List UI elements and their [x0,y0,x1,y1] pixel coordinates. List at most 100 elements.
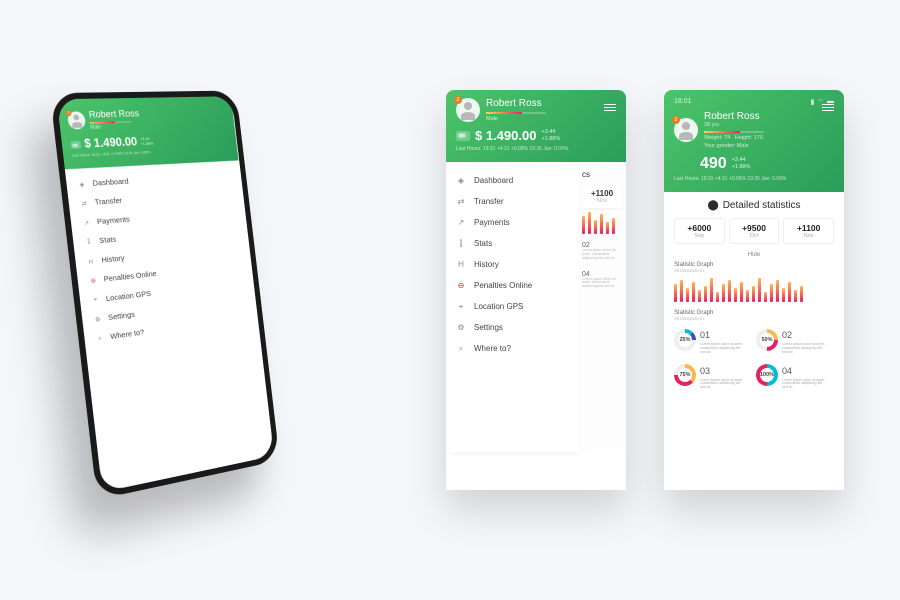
bar [704,286,707,302]
nav-item-payments[interactable]: ↗Payments [446,212,578,233]
clock: 18:01 [674,98,692,107]
user-metrics: Weight: 74 Height: 170 [704,135,764,141]
bar [794,290,797,302]
nav-item-settings[interactable]: ⚙Settings [446,317,578,338]
drawer-header: 2 Robert Ross Male $ 1.490.00 +3.44+1.88… [446,90,626,162]
hamburger-icon[interactable] [604,104,616,113]
user-gender: Your gender: Male [704,143,764,149]
chip-value: +6000 [677,223,722,233]
stats-icon: ⫿ [456,239,466,249]
bar [594,220,597,234]
nav-item-transfer[interactable]: ⇄Transfer [446,191,578,212]
bar [612,218,615,234]
nav-item-label: Payments [97,215,131,226]
nav-item-label: Location GPS [105,289,151,303]
user-name: Robert Ross [486,98,546,109]
chip-value: +1100 [786,223,831,233]
donut-desc: Lorem ipsum dolor sit amet, consectetur … [700,343,746,355]
avatar[interactable]: 2 [67,111,86,129]
nav-menu: ◈Dashboard⇄Transfer↗Payments⫿StatsHHisto… [65,160,259,356]
nav-item-penalties-online[interactable]: ⊖Penalties Online [446,275,578,296]
nav-item-dashboard[interactable]: ◈ Dashboard [446,170,578,191]
bar [692,282,695,302]
phone-mockup: 2 Robert Ross Male $ 1.490.00 +3.44+1.88… [50,91,280,500]
nav-item-label: Settings [108,310,135,322]
balance-footnote: Last Hours: 19:31 +4:31 +0.06% 19:35 Jan… [456,146,616,152]
month-chip[interactable]: +9500Oct [729,218,780,244]
nav-item-location-gps[interactable]: ⌖Location GPS [446,296,578,317]
bar [734,288,737,302]
donut-chart [756,364,778,386]
nav-item-label: History [474,260,499,269]
nav-item-label: Dashboard [474,176,513,185]
card-icon [70,141,81,149]
balance-delta: +3.44+1.88% [140,137,154,147]
bar [716,292,719,302]
donut-chart [674,364,696,386]
user-age: 28 yrs [704,122,764,128]
nav-item-label: Transfer [94,196,122,207]
score-delta: +3.44+1.88% [732,157,751,170]
bar [600,214,603,234]
bar [746,290,749,302]
graph2-sub: All transactions [674,316,834,321]
nav-item-history[interactable]: H History [446,254,578,275]
progress-bar [704,131,764,133]
donut-item: 04Lorem ipsum dolor sit amet, consectetu… [756,361,834,391]
hamburger-icon[interactable] [822,104,834,113]
nav-item-where-to-[interactable]: ⌕Where to? [446,338,578,359]
transfer-icon: ⇄ [456,197,466,207]
progress-bar [486,112,546,114]
donut-index: 04 [782,366,792,376]
bar [686,288,689,302]
bar-chart [674,276,834,302]
nav-item-label: Where to? [110,328,145,341]
history-icon: H [456,260,466,270]
bar [698,290,701,302]
dashboard-icon: ◈ [456,176,466,186]
graph1-sub: All transactions [674,268,834,273]
penalties-online-icon: ⊖ [456,281,466,291]
card-icon [456,131,470,141]
bar [606,222,609,234]
bar [800,286,803,302]
donut-item: 02Lorem ipsum dolor sit amet, consectetu… [756,325,834,355]
month-chip[interactable]: +1100Nov [783,218,834,244]
balance-delta: +3.44+1.88% [541,129,560,142]
donut-chart [674,329,696,351]
donut-chart [756,329,778,351]
screen-stats: 18:01 ▮⌔▬ 2 Robert Ross 28 yrs Weight: 7… [664,90,844,490]
user-gender: Male [486,116,546,122]
bar [674,284,677,302]
month-chip[interactable]: +6000Sep [674,218,725,244]
person-icon: ⬤ [707,200,718,211]
transfer-icon: ⇄ [80,199,88,207]
nav-item-label: Location GPS [474,302,523,311]
nav-item-label: Stats [474,239,492,248]
balance-amount: $ 1.490.00 [475,128,536,143]
notification-badge: 2 [672,116,680,124]
chip-month: Oct [732,233,777,239]
notification-badge: 2 [65,110,71,116]
notification-badge: 2 [454,96,462,104]
history-icon: H [87,257,95,265]
hide-toggle[interactable]: Hide [674,252,834,258]
nav-item-label: Settings [474,323,503,332]
avatar[interactable]: 2 [456,98,480,122]
background-content: cs +1100Nov 02 Lorem ipsum dolor sit ame… [578,162,626,452]
bar [770,284,773,302]
bar [758,278,761,302]
bar [788,282,791,302]
donut-item: 03Lorem ipsum dolor sit amet, consectetu… [674,361,752,391]
payments-icon: ↗ [456,218,466,228]
avatar[interactable]: 2 [674,118,698,142]
stats-title: ⬤Detailed statistics [674,200,834,211]
chip-value: +9500 [732,223,777,233]
balance-amount: $ 1.490.00 [84,136,138,151]
score-footnote: Last Hours: 19:31 +4:31 +0.06% 19:35 Jan… [674,176,834,182]
donut-index: 03 [700,366,710,376]
nav-item-stats[interactable]: ⫿ Stats [446,233,578,254]
screen-drawer: 2 Robert Ross Male $ 1.490.00 +3.44+1.88… [446,90,626,490]
bar [588,212,591,234]
score-value: 490 [700,155,727,173]
